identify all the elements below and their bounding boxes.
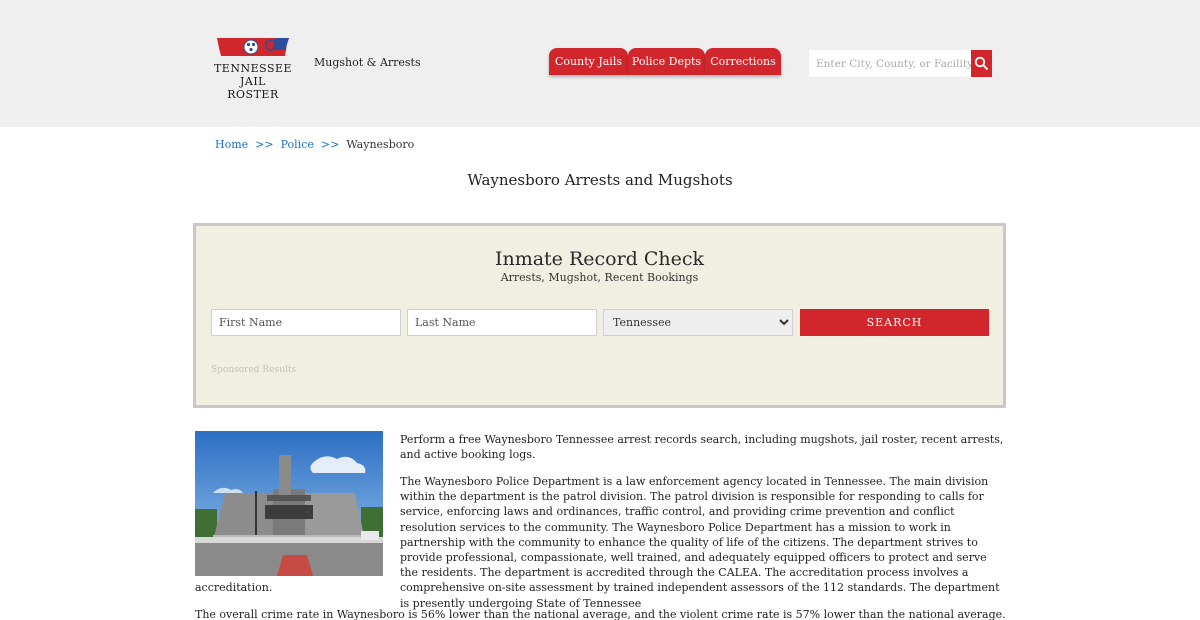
department-paragraph: The Waynesboro Police Department is a la… <box>400 475 1000 610</box>
site-search-input[interactable] <box>809 50 971 77</box>
breadcrumb-police[interactable]: Police <box>281 138 314 151</box>
breadcrumb: Home >> Police >> Waynesboro <box>215 138 414 151</box>
record-check-subtitle: Arrests, Mugshot, Recent Bookings <box>500 271 699 284</box>
sponsored-results-label: Sponsored Results <box>211 365 297 375</box>
site-search-button[interactable] <box>971 50 992 77</box>
state-select[interactable]: Tennessee <box>603 309 793 336</box>
nav-county-jails[interactable]: County Jails <box>549 48 628 75</box>
tennessee-flag-icon <box>217 38 289 56</box>
record-search-button[interactable]: SEARCH <box>800 309 989 336</box>
breadcrumb-separator: >> <box>320 138 340 151</box>
search-icon <box>974 56 989 71</box>
police-building-photo <box>195 431 383 576</box>
last-name-input[interactable] <box>407 309 597 336</box>
logo-text-line1: TENNESSEE <box>213 62 293 75</box>
logo-text-line2: JAIL ROSTER <box>227 75 279 101</box>
crime-rate-paragraph: The overall crime rate in Waynesboro is … <box>195 608 1006 620</box>
page-title: Waynesboro Arrests and Mugshots <box>467 171 733 189</box>
breadcrumb-home[interactable]: Home <box>215 138 248 151</box>
site-logo[interactable]: TENNESSEE JAIL ROSTER <box>213 36 293 101</box>
inmate-record-check-panel: Inmate Record Check Arrests, Mugshot, Re… <box>193 223 1006 408</box>
first-name-input[interactable] <box>211 309 401 336</box>
breadcrumb-current: Waynesboro <box>346 138 415 151</box>
nav-police-depts[interactable]: Police Depts <box>628 48 705 75</box>
breadcrumb-separator: >> <box>255 138 274 151</box>
site-tagline: Mugshot & Arrests <box>314 56 421 69</box>
nav-corrections[interactable]: Corrections <box>705 48 781 75</box>
record-check-title: Inmate Record Check <box>494 248 705 270</box>
intro-paragraph: Perform a free Waynesboro Tennessee arre… <box>400 433 1004 462</box>
department-paragraph-end: accreditation. <box>195 581 273 594</box>
site-header: TENNESSEE JAIL ROSTER Mugshot & Arrests … <box>0 0 1200 127</box>
